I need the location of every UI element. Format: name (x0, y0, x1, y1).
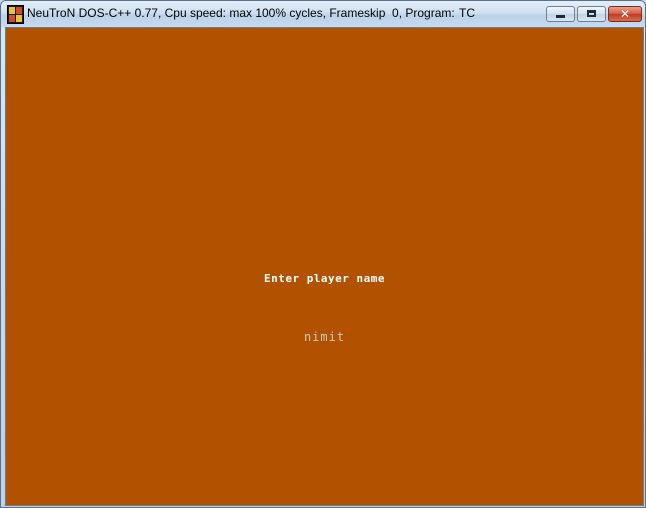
window-title: NeuTroN DOS-C++ 0.77, Cpu speed: max 100… (27, 6, 455, 20)
dosbox-window: NeuTroN DOS-C++ 0.77, Cpu speed: max 100… (0, 0, 646, 508)
close-icon: ✕ (620, 7, 631, 21)
title-bar[interactable]: NeuTroN DOS-C++ 0.77, Cpu speed: max 100… (1, 1, 645, 27)
maximize-icon (587, 10, 596, 17)
close-button[interactable]: ✕ (608, 6, 642, 22)
program-name: TC (459, 6, 475, 20)
dos-screen[interactable]: Enter player name nimit (5, 27, 644, 506)
minimize-icon (556, 15, 565, 18)
minimize-button[interactable] (546, 6, 575, 22)
dosbox-icon[interactable] (7, 5, 24, 24)
player-name-input[interactable]: nimit (6, 330, 643, 344)
player-name-prompt: Enter player name (263, 272, 386, 285)
maximize-button[interactable] (577, 6, 606, 22)
